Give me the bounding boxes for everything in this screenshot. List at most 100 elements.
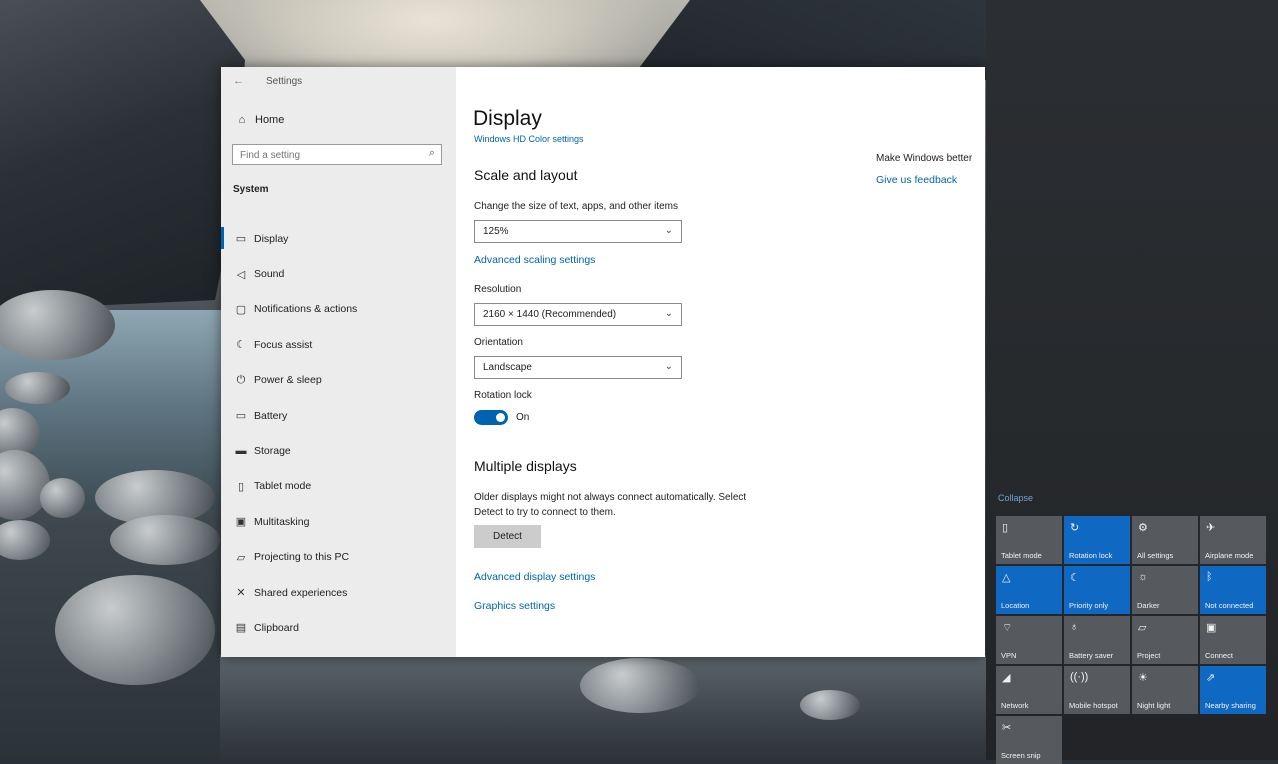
tile-label: All settings xyxy=(1137,551,1174,560)
home-nav-item[interactable]: ⌂ Home xyxy=(233,114,285,126)
collapse-link[interactable]: Collapse xyxy=(998,493,1033,503)
sidebar-item-label: Notifications & actions xyxy=(254,303,358,316)
tile-darker[interactable]: ☼ Darker xyxy=(1132,566,1198,614)
orientation-dropdown[interactable]: Landscape ⌄ xyxy=(474,356,682,379)
tablet-icon: ▯ xyxy=(1002,522,1009,534)
page-title: Display xyxy=(473,107,542,130)
network-icon: ◢ xyxy=(1002,672,1011,684)
tile-label: Network xyxy=(1001,701,1029,710)
advanced-display-link[interactable]: Advanced display settings xyxy=(474,571,595,583)
action-center: Collapse ▯ Tablet mode ↻ Rotation lock ⚙ Al… xyxy=(986,0,1278,764)
sidebar-item-label: Projecting to this PC xyxy=(254,551,350,564)
tile-label: Tablet mode xyxy=(1001,551,1042,560)
sidebar-item-notifications[interactable]: ▢ Notifications & actions xyxy=(221,292,456,327)
sidebar-item-tablet-mode[interactable]: ▯ Tablet mode xyxy=(221,469,456,504)
tile-network[interactable]: ◢ Network xyxy=(996,666,1062,714)
tile-label: Connect xyxy=(1205,651,1233,660)
gear-icon: ⚙ xyxy=(1138,522,1148,534)
moon-icon: ☾ xyxy=(236,339,246,352)
advanced-scaling-link[interactable]: Advanced scaling settings xyxy=(474,254,595,266)
sidebar-item-sound[interactable]: ◁ Sound xyxy=(221,256,456,291)
connect-icon: ▣ xyxy=(1206,622,1217,634)
multiple-displays-heading: Multiple displays xyxy=(474,458,577,474)
sidebar-item-power[interactable]: ⏻ Power & sleep xyxy=(221,363,456,398)
project-icon: ▱ xyxy=(1138,622,1147,634)
tile-label: Airplane mode xyxy=(1205,551,1254,560)
airplane-icon: ✈ xyxy=(1206,522,1216,534)
scale-layout-heading: Scale and layout xyxy=(474,167,578,183)
tile-tablet-mode[interactable]: ▯ Tablet mode xyxy=(996,516,1062,564)
toggle-knob xyxy=(496,413,505,422)
tile-night-light[interactable]: ☀ Night light xyxy=(1132,666,1198,714)
tile-location[interactable]: △ Location xyxy=(996,566,1062,614)
battery-icon: ▭ xyxy=(235,410,247,423)
tile-bluetooth[interactable]: ᛒ Not connected xyxy=(1200,566,1266,614)
tile-label: Rotation lock xyxy=(1069,551,1113,560)
tile-all-settings[interactable]: ⚙ All settings xyxy=(1132,516,1198,564)
wallpaper-rock xyxy=(5,372,70,404)
multitask-icon: ▣ xyxy=(235,516,247,529)
wallpaper-rock xyxy=(580,658,700,713)
tile-label: Priority only xyxy=(1069,601,1109,610)
tile-label: Mobile hotspot xyxy=(1069,701,1118,710)
sidebar-item-multitasking[interactable]: ▣ Multitasking xyxy=(221,504,456,539)
sidebar-item-label: Storage xyxy=(254,445,291,458)
tile-battery-saver[interactable]: ♁ Battery saver xyxy=(1064,616,1130,664)
wallpaper-rock xyxy=(55,575,215,685)
sidebar-nav: ▭ Display ◁ Sound ▢ Notifications & acti… xyxy=(221,221,456,646)
sidebar-item-shared-experiences[interactable]: ✕ Shared experiences xyxy=(221,575,456,610)
tile-label: Not connected xyxy=(1205,601,1254,610)
wallpaper-rock xyxy=(40,478,85,518)
tile-airplane-mode[interactable]: ✈ Airplane mode xyxy=(1200,516,1266,564)
sidebar-item-label: Focus assist xyxy=(254,338,313,351)
bluetooth-icon: ᛒ xyxy=(1206,571,1213,583)
tile-label: Darker xyxy=(1137,601,1160,610)
orientation-label: Orientation xyxy=(474,337,523,348)
home-icon: ⌂ xyxy=(238,114,246,126)
tile-label: Screen snip xyxy=(1001,751,1041,760)
settings-window: ← Settings ⌂ Home ⌕ System ▭ Display ◁ S… xyxy=(221,67,985,657)
tile-screen-snip[interactable]: ✂ Screen snip xyxy=(996,716,1062,764)
multiple-displays-description: Older displays might not always connect … xyxy=(474,490,794,520)
sidebar-item-battery[interactable]: ▭ Battery xyxy=(221,398,456,433)
rotation-lock-toggle[interactable] xyxy=(474,410,508,425)
back-arrow-icon[interactable]: ← xyxy=(233,75,244,87)
description-line: Detect to try to connect to them. xyxy=(474,507,616,518)
sidebar-item-clipboard[interactable]: ▤ Clipboard xyxy=(221,610,456,645)
tile-nearby-sharing[interactable]: ⇗ Nearby sharing xyxy=(1200,666,1266,714)
shared-icon: ✕ xyxy=(236,587,246,600)
hd-color-link[interactable]: Windows HD Color settings xyxy=(474,134,584,144)
sidebar-item-display[interactable]: ▭ Display xyxy=(221,221,456,256)
tile-label: Location xyxy=(1001,601,1030,610)
tile-label: Nearby sharing xyxy=(1205,701,1256,710)
search-input[interactable] xyxy=(233,146,427,165)
tile-label: Night light xyxy=(1137,701,1171,710)
sidebar-item-focus-assist[interactable]: ☾ Focus assist xyxy=(221,327,456,362)
feedback-prompt: Make Windows better xyxy=(876,153,973,164)
search-box: ⌕ xyxy=(232,144,442,165)
search-icon[interactable]: ⌕ xyxy=(429,147,435,160)
tile-rotation-lock[interactable]: ↻ Rotation lock xyxy=(1064,516,1130,564)
tile-priority-only[interactable]: ☾ Priority only xyxy=(1064,566,1130,614)
vpn-icon: ⌔ xyxy=(1002,622,1013,634)
sidebar-item-projecting[interactable]: ▱ Projecting to this PC xyxy=(221,540,456,575)
tile-connect[interactable]: ▣ Connect xyxy=(1200,616,1266,664)
moon-icon: ☾ xyxy=(1070,572,1080,584)
monitor-icon: ▭ xyxy=(235,233,247,246)
feedback-link[interactable]: Give us feedback xyxy=(876,174,957,186)
detect-button[interactable]: Detect xyxy=(474,525,541,548)
sidebar-item-label: Tablet mode xyxy=(254,480,312,493)
tile-mobile-hotspot[interactable]: ((·)) Mobile hotspot xyxy=(1064,666,1130,714)
wallpaper-rock xyxy=(110,515,220,565)
brightness-icon: ☼ xyxy=(1138,571,1149,583)
tile-project[interactable]: ▱ Project xyxy=(1132,616,1198,664)
sidebar-item-label: Battery xyxy=(254,409,288,422)
wallpaper-rock xyxy=(0,520,50,560)
resolution-dropdown[interactable]: 2160 × 1440 (Recommended) ⌄ xyxy=(474,303,682,326)
speaker-icon: ◁ xyxy=(236,268,246,281)
scale-dropdown[interactable]: 125% ⌄ xyxy=(474,220,682,243)
tile-vpn[interactable]: ⌔ VPN xyxy=(996,616,1062,664)
sidebar-item-label: Shared experiences xyxy=(254,586,348,599)
graphics-settings-link[interactable]: Graphics settings xyxy=(474,600,555,612)
sidebar-item-storage[interactable]: ▬ Storage xyxy=(221,433,456,468)
